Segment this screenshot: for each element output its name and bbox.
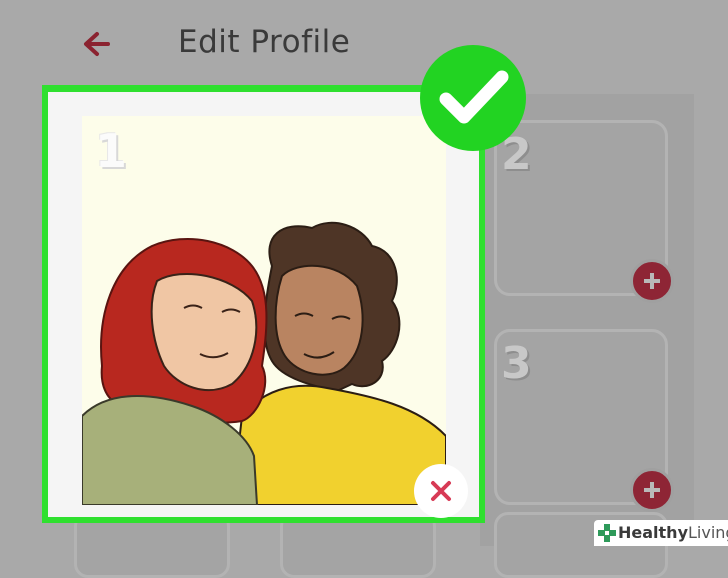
selected-check-badge	[420, 45, 526, 151]
close-icon	[431, 481, 451, 501]
header: Edit Profile	[0, 0, 728, 88]
cross-icon	[598, 524, 616, 542]
arrow-left-icon	[84, 32, 110, 56]
watermark-brand-light: Living	[688, 523, 728, 542]
watermark: HealthyLiving	[594, 520, 728, 546]
slot-number: 1	[95, 124, 128, 178]
watermark-brand-bold: Healthy	[618, 523, 688, 542]
remove-photo-button[interactable]	[414, 464, 468, 518]
add-photo-button-3[interactable]	[630, 468, 674, 512]
checkmark-icon	[439, 70, 509, 124]
profile-photo	[82, 116, 446, 505]
slot-number: 3	[501, 338, 532, 389]
add-photo-button-2[interactable]	[630, 259, 674, 303]
page-title: Edit Profile	[178, 24, 351, 60]
watermark-text: HealthyLiving	[618, 523, 728, 542]
back-button[interactable]	[78, 24, 118, 64]
couple-illustration	[82, 221, 446, 505]
